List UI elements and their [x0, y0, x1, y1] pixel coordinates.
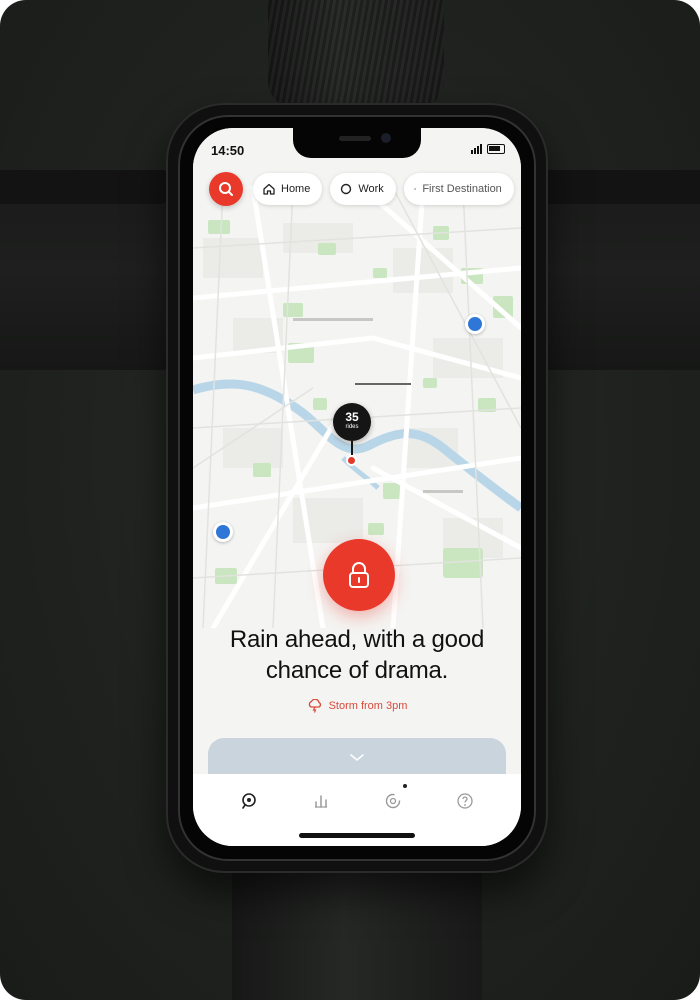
scooter-marker[interactable] — [465, 314, 485, 334]
scooter-icon — [216, 525, 230, 539]
weather-forecast: Storm from 3pm — [193, 699, 521, 713]
chip-first-destination-label: First Destination — [422, 183, 502, 195]
cluster-pin-stem — [351, 441, 353, 455]
headline-line-1: Rain ahead, with a good — [229, 626, 485, 653]
chevron-down-icon — [350, 754, 364, 762]
cluster-street-label — [355, 383, 411, 385]
chip-work[interactable]: Work — [330, 173, 396, 205]
unlock-button[interactable] — [323, 539, 395, 611]
home-icon — [263, 183, 275, 195]
star-icon — [413, 187, 417, 191]
tab-help[interactable] — [445, 788, 485, 814]
quick-destination-chips: Home Work First Destination — [253, 173, 514, 205]
headline-line-2: chance of drama. — [265, 657, 449, 684]
work-icon — [341, 183, 352, 195]
rides-icon — [385, 793, 401, 809]
battery-icon — [487, 144, 505, 154]
status-icons — [471, 144, 505, 154]
search-button[interactable] — [209, 172, 243, 206]
phone-screen: 14:50 Home Work First Destination 35 rid… — [193, 128, 521, 846]
phone-notch — [293, 128, 421, 158]
weather-text: Storm from 3pm — [328, 700, 408, 712]
signal-icon — [471, 144, 482, 154]
tab-map[interactable] — [229, 788, 269, 814]
chip-first-destination[interactable]: First Destination — [403, 173, 514, 205]
tab-rides-indicator — [403, 784, 407, 788]
map-pin-icon — [242, 793, 256, 809]
search-icon — [219, 182, 233, 196]
status-time: 14:50 — [211, 143, 245, 158]
chip-work-label: Work — [358, 183, 384, 195]
chip-home[interactable]: Home — [253, 173, 323, 205]
weather-headline: Rain ahead, with a good chance of drama. — [193, 624, 521, 686]
scooter-cluster-marker[interactable]: 35 rides — [333, 403, 371, 441]
scooter-marker[interactable] — [213, 522, 233, 542]
cluster-count: 35 — [345, 410, 359, 424]
stats-icon — [315, 795, 327, 808]
help-icon — [457, 793, 473, 809]
tab-rides[interactable] — [373, 784, 413, 814]
home-indicator — [299, 833, 415, 838]
scooter-icon — [468, 317, 482, 331]
bike-handlebar-scene: 14:50 Home Work First Destination 35 rid… — [0, 0, 700, 1000]
cluster-unit: rides — [345, 424, 359, 430]
chip-home-label: Home — [281, 183, 311, 195]
current-location-dot — [346, 455, 357, 466]
tab-stats[interactable] — [301, 788, 341, 814]
brake-lever-left — [0, 170, 170, 204]
handlebar-stem-top — [268, 0, 444, 110]
unlock-icon — [349, 562, 369, 588]
storm-cloud-icon — [308, 699, 321, 713]
brake-lever-right — [530, 170, 700, 204]
